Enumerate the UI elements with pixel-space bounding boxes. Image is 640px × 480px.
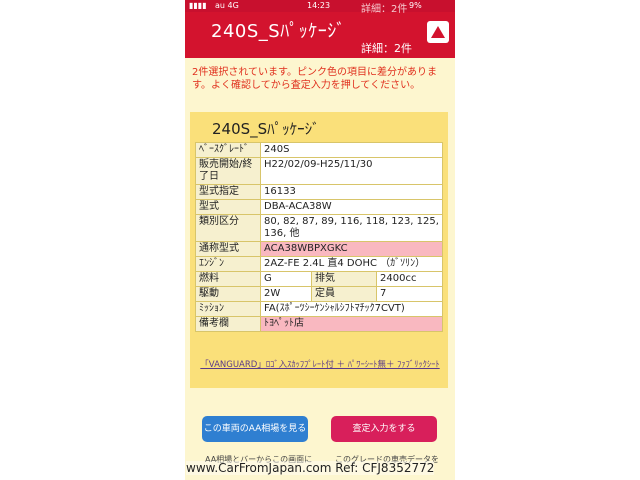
table-row: 燃料 G 排気 2400cc	[195, 271, 443, 287]
page-header: 詳細：2件 240S_Sﾊﾟｯｹｰｼﾞ 詳細：2件	[185, 4, 455, 58]
market-price-button[interactable]: この車両のAA相場を見る	[202, 416, 308, 442]
battery-label: 9%	[409, 1, 422, 10]
scroll-up-button[interactable]	[427, 21, 449, 43]
spec-value: 2400cc	[376, 271, 443, 287]
spec-label: ﾐｯｼｮﾝ	[195, 301, 261, 317]
selection-notice: 2件選択されています。ピンク色の項目に差分があります。よく確認してから査定入力を…	[192, 67, 438, 91]
table-row: 備考欄 ﾄﾖﾍﾟｯﾄ店	[195, 316, 443, 332]
spec-table: ﾍﾞｰｽｸﾞﾚｰﾄﾞ 240S 販売開始/終了日 H22/02/09-H25/1…	[195, 142, 443, 332]
triangle-up-icon	[431, 26, 445, 38]
spec-label: 定員	[311, 286, 377, 302]
table-row: 通称型式 ACA38WBPXGKC	[195, 241, 443, 257]
spec-value: 2AZ-FE 2.4L 直4 DOHC （ｶﾞｿﾘﾝ）	[260, 256, 443, 272]
signal-icon: ▮▮▮▮	[189, 1, 207, 10]
spec-label: 販売開始/終了日	[195, 157, 261, 185]
spec-label: 型式指定	[195, 184, 261, 200]
spec-label: 燃料	[195, 271, 261, 287]
grade-title: 240S_Sﾊﾟｯｹｰｼﾞ	[212, 120, 320, 138]
table-row: 販売開始/終了日 H22/02/09-H25/11/30	[195, 157, 443, 185]
options-text: 「VANGUARD」ﾛｺﾞ入ｽｶｯﾌﾌﾟﾚｰﾄ付 ＋ ﾊﾟﾜｰｼｰﾄ無＋ ﾌｧﾌ…	[200, 359, 440, 371]
spec-value: G	[260, 271, 312, 287]
table-row: 型式指定 16133	[195, 184, 443, 200]
spec-value: 7	[376, 286, 443, 302]
spec-label: 排気	[311, 271, 377, 287]
table-row: 類別区分 80, 82, 87, 89, 116, 118, 123, 125,…	[195, 214, 443, 242]
grade-card: 240S_Sﾊﾟｯｹｰｼﾞ ﾍﾞｰｽｸﾞﾚｰﾄﾞ 240S 販売開始/終了日 H…	[190, 112, 448, 388]
assess-input-button[interactable]: 査定入力をする	[331, 416, 437, 442]
table-row: ｴﾝｼﾞﾝ 2AZ-FE 2.4L 直4 DOHC （ｶﾞｿﾘﾝ）	[195, 256, 443, 272]
spec-label: 駆動	[195, 286, 261, 302]
spec-value: 240S	[260, 142, 443, 158]
spec-value: DBA-ACA38W	[260, 199, 443, 215]
spec-label: 類別区分	[195, 214, 261, 242]
spec-value: H22/02/09-H25/11/30	[260, 157, 443, 185]
watermark: www.CarFromJapan.com Ref: CFJ8352772	[186, 461, 435, 475]
table-row: 駆動 2W 定員 7	[195, 286, 443, 302]
ghost-detail-count: 詳細：2件	[361, 4, 408, 15]
spec-label: 備考欄	[195, 316, 261, 332]
spec-label: 型式	[195, 199, 261, 215]
spec-value: 80, 82, 87, 89, 116, 118, 123, 125, 136,…	[260, 214, 443, 242]
clock: 14:23	[307, 1, 331, 10]
spec-label: ﾍﾞｰｽｸﾞﾚｰﾄﾞ	[195, 142, 261, 158]
table-row: 型式 DBA-ACA38W	[195, 199, 443, 215]
spec-value-diff: ACA38WBPXGKC	[260, 241, 443, 257]
spec-value: 16133	[260, 184, 443, 200]
phone-screen: ▮▮▮▮ au 4G 14:23 9% 詳細：2件 240S_Sﾊﾟｯｹｰｼﾞ …	[185, 0, 455, 480]
spec-label: ｴﾝｼﾞﾝ	[195, 256, 261, 272]
detail-count: 詳細：2件	[361, 42, 412, 55]
spec-label: 通称型式	[195, 241, 261, 257]
spec-value: 2W	[260, 286, 312, 302]
status-bar: ▮▮▮▮ au 4G 14:23 9%	[185, 0, 455, 12]
carrier-label: au 4G	[215, 1, 239, 10]
table-row: ﾍﾞｰｽｸﾞﾚｰﾄﾞ 240S	[195, 142, 443, 158]
page-title: 240S_Sﾊﾟｯｹｰｼﾞ	[211, 21, 346, 42]
spec-value: FA(ｽﾎﾟｰﾂｼｰｹﾝｼｬﾙｼﾌﾄﾏﾁｯｸ7CVT)	[260, 301, 443, 317]
table-row: ﾐｯｼｮﾝ FA(ｽﾎﾟｰﾂｼｰｹﾝｼｬﾙｼﾌﾄﾏﾁｯｸ7CVT)	[195, 301, 443, 317]
spec-value-diff: ﾄﾖﾍﾟｯﾄ店	[260, 316, 443, 332]
options-link[interactable]: 「VANGUARD」ﾛｺﾞ入ｽｶｯﾌﾌﾟﾚｰﾄ付 ＋ ﾊﾟﾜｰｼｰﾄ無＋ ﾌｧﾌ…	[200, 360, 439, 370]
